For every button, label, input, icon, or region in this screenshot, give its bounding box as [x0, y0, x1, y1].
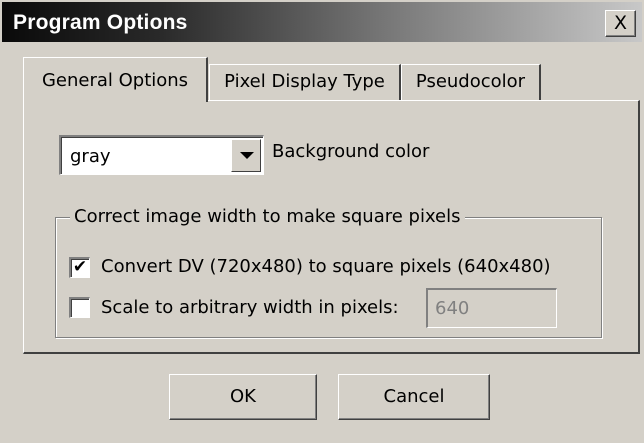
tab-pixel-display-type[interactable]: Pixel Display Type: [209, 64, 401, 100]
tab-label: Pseudocolor: [415, 71, 526, 92]
window-title: Program Options: [13, 11, 188, 34]
tab-label: Pixel Display Type: [224, 71, 385, 92]
background-color-label: Background color: [272, 141, 430, 162]
width-pixels-input[interactable]: 640: [426, 288, 557, 328]
title-bar[interactable]: Program Options X: [2, 2, 642, 42]
convert-dv-label[interactable]: Convert DV (720x480) to square pixels (6…: [101, 256, 551, 277]
cancel-button[interactable]: Cancel: [338, 374, 490, 420]
ok-button-label: OK: [230, 386, 256, 407]
dropdown-arrow-icon[interactable]: [231, 139, 261, 172]
ok-button[interactable]: OK: [169, 374, 317, 420]
convert-dv-checkbox[interactable]: ✔: [69, 257, 90, 278]
width-pixels-value: 640: [435, 298, 470, 319]
cancel-button-label: Cancel: [383, 386, 445, 407]
program-options-dialog: Program Options X General Options Pixel …: [0, 0, 644, 443]
background-color-value: gray: [70, 146, 111, 167]
close-button[interactable]: X: [605, 10, 636, 37]
close-icon: X: [613, 12, 628, 34]
tab-general-options[interactable]: General Options: [23, 57, 208, 102]
scale-arbitrary-checkbox[interactable]: [69, 297, 90, 318]
tab-pseudocolor[interactable]: Pseudocolor: [401, 64, 541, 100]
scale-arbitrary-label[interactable]: Scale to arbitrary width in pixels:: [101, 297, 399, 318]
tab-label: General Options: [41, 70, 189, 91]
background-color-select[interactable]: gray: [59, 135, 264, 175]
checkmark-icon: ✔: [72, 257, 88, 277]
groupbox-title: Correct image width to make square pixel…: [70, 206, 465, 227]
